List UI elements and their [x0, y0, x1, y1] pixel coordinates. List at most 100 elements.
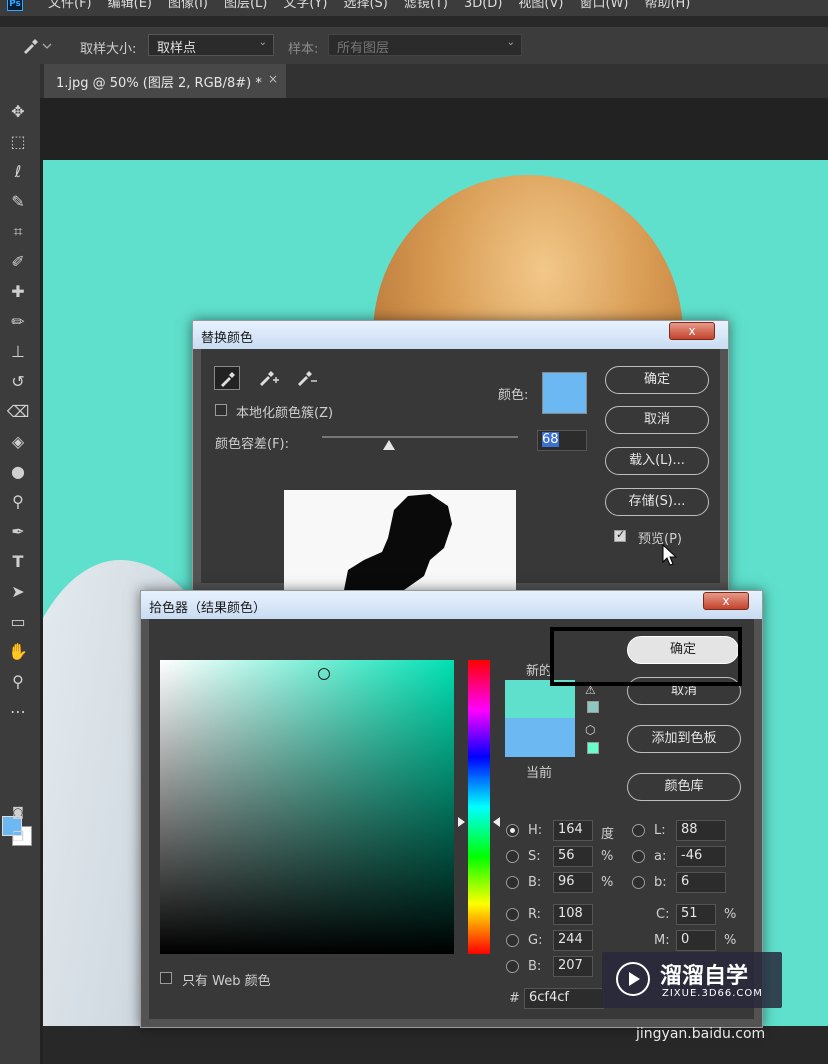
blue-radio[interactable]	[506, 960, 519, 973]
menu-filter[interactable]: 滤镜(T)	[404, 0, 448, 10]
paint-bucket-tool-icon[interactable]: ◈	[4, 430, 32, 454]
sample-select[interactable]: 所有图层 ⌄	[328, 34, 522, 56]
crop-tool-icon[interactable]: ⌗	[4, 220, 32, 244]
replace-save-button[interactable]: 存储(S)...	[605, 488, 709, 516]
add-to-swatches-button[interactable]: 添加到色板	[627, 725, 741, 753]
green-input[interactable]: 244	[553, 930, 593, 951]
hue-slider-right-arrow[interactable]	[493, 817, 500, 827]
cyan-input[interactable]: 51	[676, 904, 716, 925]
green-radio[interactable]	[506, 934, 519, 947]
stamp-tool-icon[interactable]: ⊥	[4, 340, 32, 364]
lasso-tool-icon[interactable]: ℓ	[4, 160, 32, 184]
menu-type[interactable]: 文字(Y)	[283, 0, 327, 10]
menu-image[interactable]: 图像(I)	[168, 0, 208, 10]
tab-document[interactable]: 1.jpg @ 50% (图层 2, RGB/8#) * ×	[44, 64, 286, 98]
menu-3d[interactable]: 3D(D)	[464, 0, 502, 10]
selection-preview	[284, 490, 516, 590]
type-tool-icon[interactable]: T	[4, 550, 32, 574]
only-web-colors-label: 只有 Web 颜色	[182, 974, 271, 989]
eyedropper-tool-icon[interactable]: ✐	[4, 250, 32, 274]
replacement-color-swatch[interactable]	[542, 372, 587, 414]
chevron-down-icon: ⌄	[506, 37, 515, 48]
rectangle-tool-icon[interactable]: ▭	[4, 610, 32, 634]
eyedropper-preset-icon[interactable]	[20, 37, 52, 55]
more-tools-icon[interactable]: ⋯	[4, 700, 32, 724]
close-icon[interactable]: x	[703, 592, 749, 610]
brush-tool-icon[interactable]: ✏	[4, 310, 32, 334]
menu-view[interactable]: 视图(V)	[518, 0, 563, 10]
close-icon[interactable]: ×	[268, 72, 278, 86]
saturation-input[interactable]: 56	[553, 846, 593, 867]
hex-input[interactable]: 6cf4cf	[524, 988, 604, 1009]
quick-mask-icon[interactable]: ◙	[4, 800, 32, 824]
marquee-tool-icon[interactable]: ⬚	[4, 130, 32, 154]
history-brush-tool-icon[interactable]: ↺	[4, 370, 32, 394]
saturation-radio[interactable]	[506, 850, 519, 863]
replace-cancel-button[interactable]: 取消	[605, 406, 709, 434]
pen-tool-icon[interactable]: ✒	[4, 520, 32, 544]
photoshop-logo: Ps	[7, 0, 23, 11]
blue-input[interactable]: 207	[553, 956, 593, 977]
dodge-tool-icon[interactable]: ⚲	[4, 490, 32, 514]
screen-mode-icon[interactable]: ❐	[4, 826, 32, 850]
eyedropper-minus-icon[interactable]	[292, 366, 318, 390]
watermark-logo: 溜溜自学 ZIXUE.3D66.COM	[602, 952, 782, 1008]
menu-window[interactable]: 窗口(W)	[579, 0, 628, 10]
eraser-tool-icon[interactable]: ⌫	[4, 400, 32, 424]
lab-a-radio[interactable]	[632, 850, 645, 863]
close-icon[interactable]: x	[669, 322, 715, 340]
hue-radio[interactable]	[506, 824, 519, 837]
document-tab-title: 1.jpg @ 50% (图层 2, RGB/8#) *	[56, 76, 262, 91]
eyedropper-plus-icon[interactable]	[254, 366, 280, 390]
path-select-tool-icon[interactable]: ➤	[4, 580, 32, 604]
brightness-label: B:	[528, 875, 542, 890]
move-tool-icon[interactable]: ✥	[4, 100, 32, 124]
menu-bar: Ps 文件(F) 编辑(E) 图像(I) 图层(L) 文字(Y) 选择(S) 滤…	[0, 0, 828, 16]
magenta-input[interactable]: 0	[676, 930, 716, 951]
zoom-tool-icon[interactable]: ⚲	[4, 670, 32, 694]
options-bar: 取样大小: 取样点 ⌄ 样本: 所有图层 ⌄	[0, 26, 828, 64]
color-libraries-button[interactable]: 颜色库	[627, 773, 741, 801]
quick-select-tool-icon[interactable]: ✎	[4, 190, 32, 214]
only-web-colors-checkbox[interactable]	[160, 972, 172, 984]
brightness-radio[interactable]	[506, 876, 519, 889]
hue-slider[interactable]	[468, 660, 490, 954]
mouse-cursor-icon	[662, 543, 678, 570]
red-input[interactable]: 108	[553, 904, 593, 925]
current-color-swatch[interactable]	[505, 718, 575, 757]
sample-size-select[interactable]: 取样点 ⌄	[148, 34, 274, 56]
menu-help[interactable]: 帮助(H)	[644, 0, 690, 10]
hue-slider-left-arrow[interactable]	[458, 817, 465, 827]
eyedropper-icon[interactable]	[214, 366, 240, 390]
lab-b-radio[interactable]	[632, 876, 645, 889]
brightness-input[interactable]: 96	[553, 872, 593, 893]
lab-b-label: b:	[654, 875, 667, 890]
sample-size-label: 取样大小:	[80, 42, 137, 57]
localized-clusters-checkbox[interactable]	[215, 404, 227, 416]
color-field-cursor[interactable]	[318, 668, 330, 680]
replace-load-button[interactable]: 载入(L)...	[605, 447, 709, 475]
fuzziness-slider-track[interactable]	[322, 436, 518, 438]
menu-file[interactable]: 文件(F)	[48, 0, 92, 10]
saturation-brightness-field[interactable]	[160, 660, 454, 954]
preview-checkbox[interactable]	[614, 528, 626, 542]
hue-input[interactable]: 164	[553, 820, 593, 841]
lab-b-input[interactable]: 6	[676, 872, 726, 893]
menu-layer[interactable]: 图层(L)	[224, 0, 267, 10]
menu-select[interactable]: 选择(S)	[343, 0, 387, 10]
menu-edit[interactable]: 编辑(E)	[108, 0, 152, 10]
fuzziness-input[interactable]: 68	[537, 430, 587, 451]
lab-l-radio[interactable]	[632, 824, 645, 837]
lab-a-input[interactable]: -46	[676, 846, 726, 867]
green-label: G:	[528, 933, 543, 948]
lab-l-input[interactable]: 88	[676, 820, 726, 841]
blur-tool-icon[interactable]: ●	[4, 460, 32, 484]
hand-tool-icon[interactable]: ✋	[4, 640, 32, 664]
web-safe-cube-icon[interactable]: ⬡	[585, 723, 595, 737]
web-safe-color-swatch[interactable]	[587, 742, 599, 754]
replace-ok-button[interactable]: 确定	[605, 366, 709, 394]
red-radio[interactable]	[506, 908, 519, 921]
gamut-color-swatch[interactable]	[587, 701, 599, 713]
fuzziness-slider-handle[interactable]	[383, 440, 395, 450]
healing-brush-tool-icon[interactable]: ✚	[4, 280, 32, 304]
